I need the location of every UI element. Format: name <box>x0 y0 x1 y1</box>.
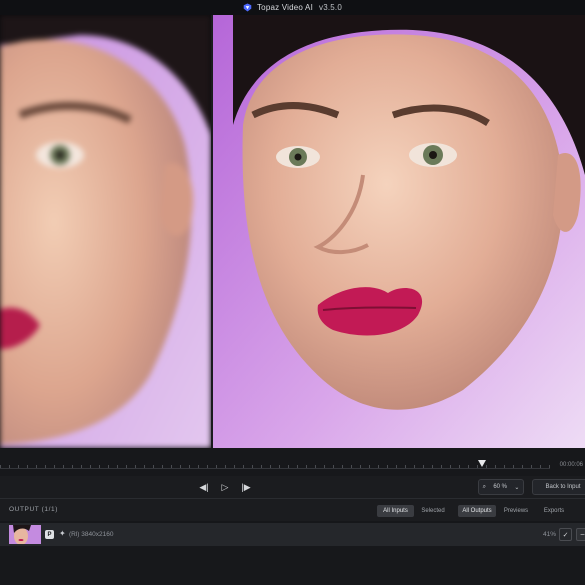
app-version: v3.5.0 <box>319 3 343 12</box>
preview-viewer[interactable] <box>0 15 585 448</box>
enhanced-preview-pane[interactable] <box>213 15 585 448</box>
step-forward-button[interactable]: |▶ <box>239 480 253 494</box>
output-resolution: (Rl) 3840x2160 <box>69 531 113 538</box>
ai-enhance-icon: ✦ <box>59 529 66 538</box>
transport-bar: ◀| ▷ |▶ ⌕ 60 % ⌄ Back to Input <box>0 476 585 498</box>
zoom-value: 60 <box>493 484 500 490</box>
resolution-value: 3840x2160 <box>81 531 114 538</box>
zoom-select[interactable]: ⌕ 60 % ⌄ <box>478 479 524 495</box>
filter-selected[interactable]: Selected <box>416 505 450 517</box>
zoom-unit: % <box>501 484 508 490</box>
thumbnail-image <box>9 525 41 544</box>
select-output-checkbox[interactable]: ✓ <box>559 528 572 541</box>
step-forward-icon: |▶ <box>241 481 251 492</box>
output-header: OUTPUT (1/1) All Inputs Selected All Out… <box>0 498 585 521</box>
model-code: (Rl) <box>69 531 80 538</box>
minus-icon: − <box>580 530 585 539</box>
checkmark-icon: ✓ <box>562 531 569 539</box>
filter-previews[interactable]: Previews <box>499 505 533 517</box>
timeline[interactable]: 00:00:06 <box>0 448 585 476</box>
output-title: OUTPUT (1/1) <box>9 506 58 513</box>
step-back-icon: ◀| <box>199 481 209 492</box>
original-frame-image <box>0 15 211 448</box>
remove-output-button[interactable]: − <box>576 528 585 541</box>
app-name: Topaz Video AI <box>256 3 314 12</box>
timecode: 00:00:06 <box>559 462 583 468</box>
output-thumbnail <box>9 525 41 544</box>
enhanced-frame-image <box>213 15 585 448</box>
back-to-input-button[interactable]: Back to Input <box>532 479 585 495</box>
zoom-icon: ⌕ <box>482 483 487 490</box>
timeline-track[interactable] <box>0 468 550 469</box>
step-back-button[interactable]: ◀| <box>197 480 211 494</box>
output-list-empty-area <box>0 546 585 585</box>
progress-percent: 41% <box>543 531 557 538</box>
filter-all-inputs[interactable]: All Inputs <box>377 505 414 517</box>
filter-exports[interactable]: Exports <box>537 505 571 517</box>
output-list-item[interactable]: P ✦ (Rl) 3840x2160 41% ✓ − <box>0 523 585 546</box>
filter-all-outputs[interactable]: All Outputs <box>458 505 496 517</box>
preview-badge: P <box>45 530 54 539</box>
title-bar: Topaz Video AI v3.5.0 <box>0 0 585 15</box>
topaz-logo-icon <box>243 3 252 12</box>
original-preview-pane[interactable] <box>0 15 211 448</box>
play-icon: ▷ <box>221 481 229 492</box>
chevron-down-icon: ⌄ <box>514 484 520 491</box>
play-button[interactable]: ▷ <box>218 480 232 494</box>
playhead-handle[interactable] <box>478 460 486 467</box>
